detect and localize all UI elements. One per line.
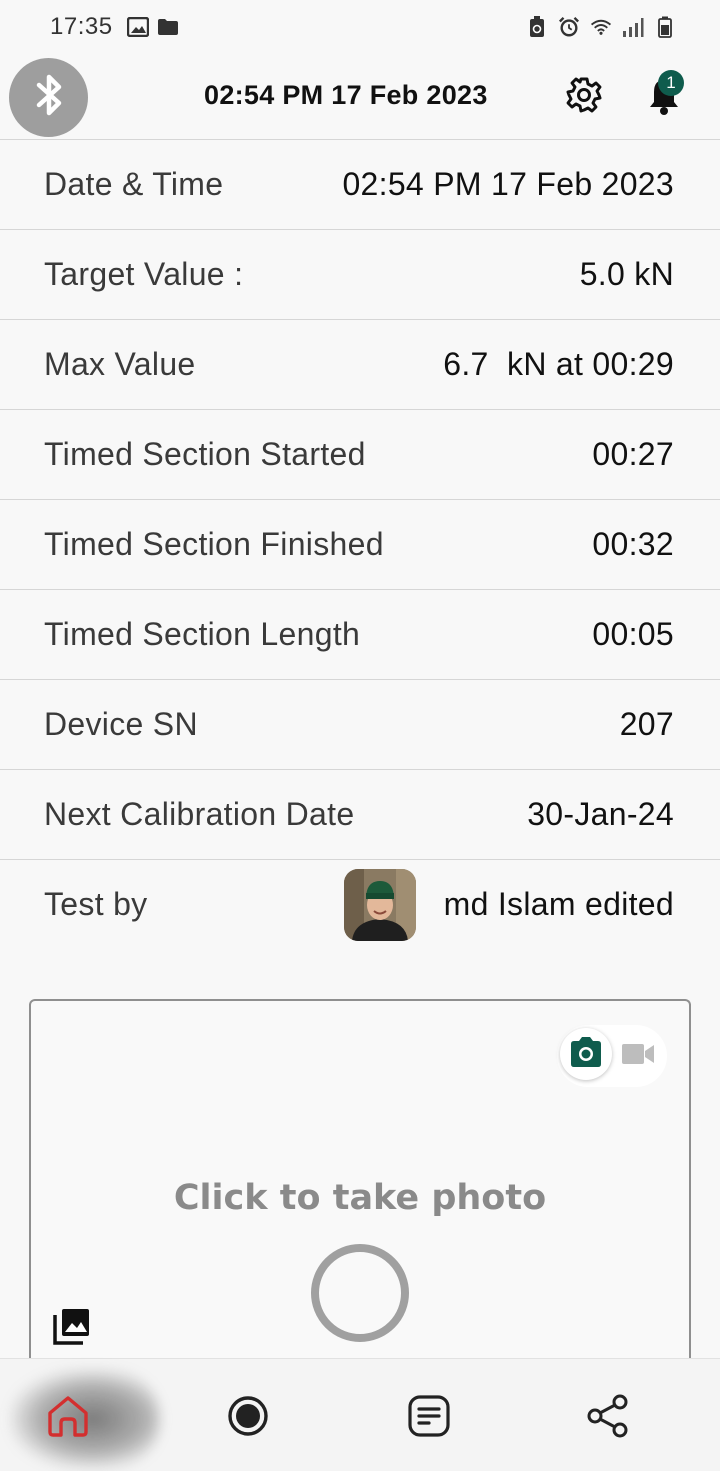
photo-capture-card[interactable]: Click to take photo [29, 999, 691, 1371]
bluetooth-icon [29, 72, 69, 123]
detail-value: 6.7 kN at 00:29 [443, 346, 674, 382]
notification-badge: 1 [658, 70, 684, 96]
wifi-icon [590, 16, 612, 38]
detail-row-timed-finished: Timed Section Finished 00:32 [0, 499, 720, 589]
detail-value: 02:54 PM 17 Feb 2023 [342, 166, 674, 202]
shutter-button[interactable] [311, 1244, 409, 1342]
detail-row-calibration-date: Next Calibration Date 30-Jan-24 [0, 769, 720, 859]
notes-icon [407, 1394, 451, 1443]
nav-reports[interactable] [404, 1393, 454, 1443]
status-bar: 17:35 [0, 0, 720, 54]
bottom-navigation [0, 1358, 720, 1471]
detail-label: Target Value : [44, 256, 244, 292]
camera-icon [568, 1036, 604, 1073]
detail-label: Timed Section Started [44, 436, 366, 472]
detail-label: Max Value [44, 346, 196, 382]
detail-value: 30-Jan-24 [527, 796, 674, 832]
detail-row-max-value: Max Value 6.7 kN at 00:29 [0, 319, 720, 409]
detail-value: 00:27 [592, 436, 674, 472]
photo-library-icon [53, 1307, 91, 1350]
detail-value: 207 [619, 706, 674, 742]
battery-saver-icon [526, 16, 548, 38]
detail-value: 5.0 kN [579, 256, 674, 292]
detail-label: Next Calibration Date [44, 796, 355, 832]
gallery-button[interactable] [51, 1307, 93, 1349]
video-mode-button[interactable] [617, 1035, 659, 1077]
alarm-icon [558, 16, 580, 38]
avatar [343, 868, 416, 941]
detail-row-timed-started: Timed Section Started 00:27 [0, 409, 720, 499]
status-time: 17:35 [50, 13, 113, 40]
app-bar: 02:54 PM 17 Feb 2023 [0, 54, 720, 140]
test-details-list: Date & Time 02:54 PM 17 Feb 2023 Target … [0, 139, 720, 949]
detail-row-tester: Test by md Islam edited [0, 859, 720, 949]
detail-row-target-value: Target Value : 5.0 kN [0, 229, 720, 319]
page-title: 02:54 PM 17 Feb 2023 [204, 80, 488, 110]
detail-row-device-sn: Device SN 207 [0, 679, 720, 769]
home-icon [45, 1394, 91, 1443]
record-icon [226, 1394, 270, 1443]
settings-button[interactable] [564, 77, 604, 117]
detail-label: Timed Section Length [44, 616, 361, 652]
share-icon [585, 1393, 631, 1444]
gear-icon [565, 76, 603, 119]
tester-label: Test by [44, 886, 148, 922]
folder-icon [157, 16, 179, 38]
nav-home[interactable] [43, 1393, 93, 1443]
video-camera-icon [621, 1042, 655, 1071]
detail-label: Device SN [44, 706, 198, 742]
tester-name: md Islam edited [443, 886, 674, 922]
bluetooth-button[interactable] [9, 58, 88, 137]
detail-row-date-time: Date & Time 02:54 PM 17 Feb 2023 [0, 139, 720, 229]
image-icon [126, 16, 149, 38]
detail-label: Timed Section Finished [44, 526, 384, 562]
detail-value: 00:32 [592, 526, 674, 562]
detail-label: Date & Time [44, 166, 224, 202]
photo-video-toggle[interactable] [557, 1025, 667, 1087]
take-photo-prompt: Click to take photo [173, 1178, 547, 1218]
battery-icon [654, 16, 676, 38]
detail-row-timed-length: Timed Section Length 00:05 [0, 589, 720, 679]
nav-record[interactable] [223, 1393, 273, 1443]
nav-share[interactable] [583, 1393, 633, 1443]
photo-mode-button[interactable] [560, 1028, 612, 1080]
detail-value: 00:05 [592, 616, 674, 652]
signal-icon [622, 16, 644, 38]
